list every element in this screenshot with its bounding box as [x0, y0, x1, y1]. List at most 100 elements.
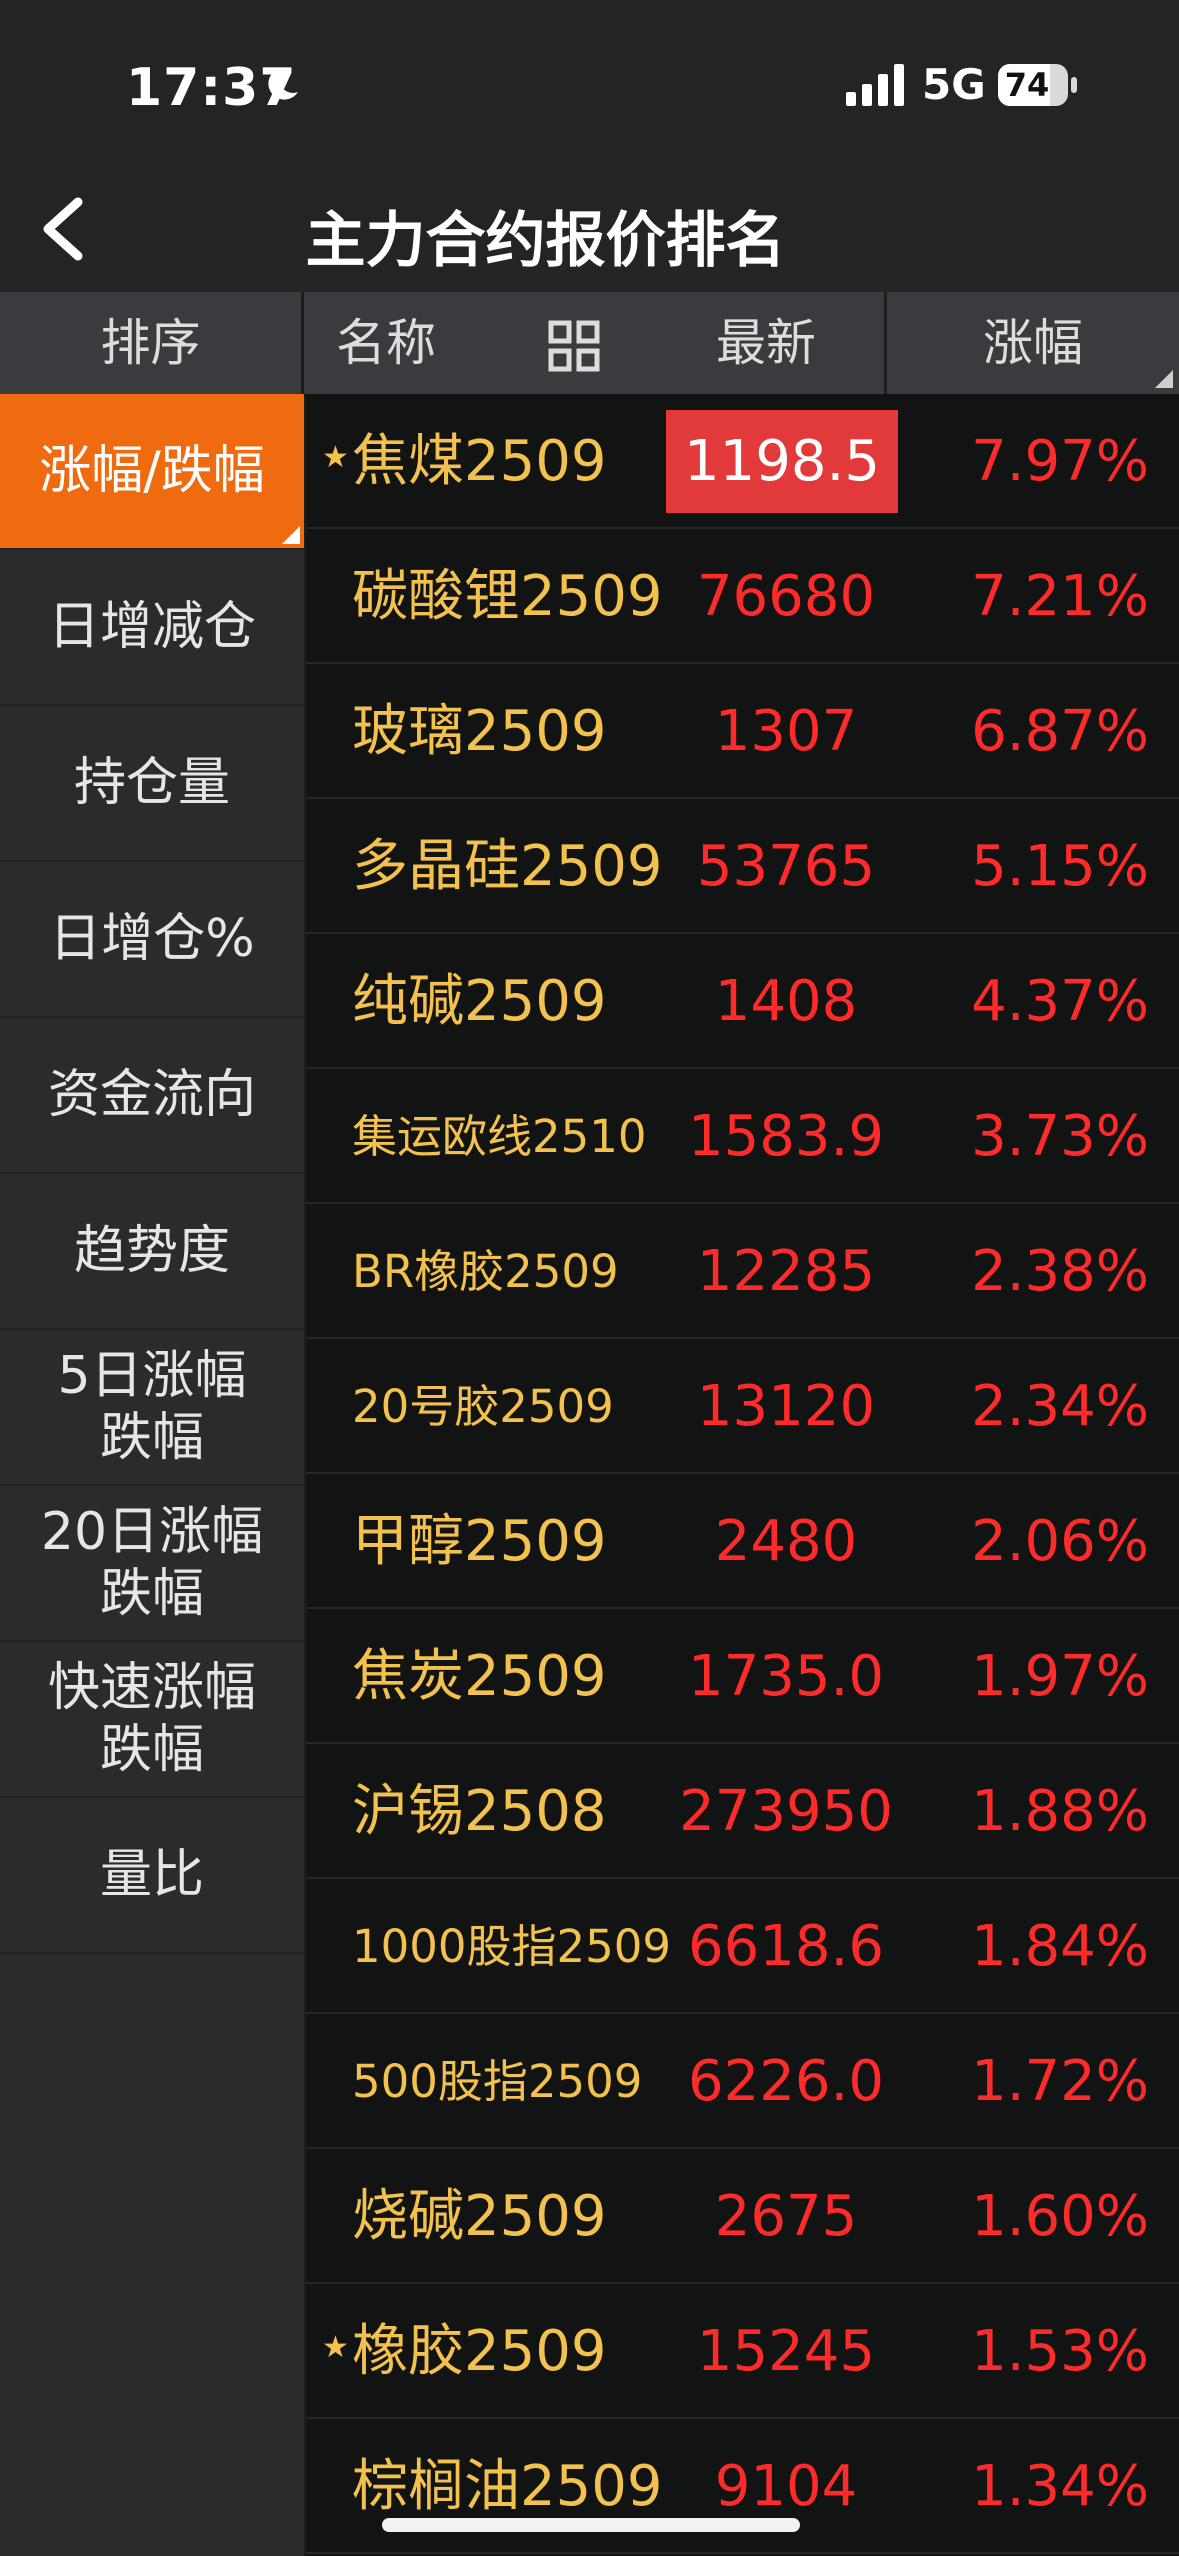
change-percent: 7.97%: [971, 429, 1149, 494]
change-percent: 2.06%: [971, 1509, 1149, 1574]
sidebar-item-label: 资金流向: [47, 1065, 256, 1125]
change-percent: 1.60%: [971, 2184, 1149, 2249]
signal-icon: [846, 64, 904, 106]
corner-triangle-icon: [282, 526, 300, 544]
contract-name: 纯碱2509: [352, 969, 607, 1034]
contract-name: 烧碱2509: [352, 2184, 607, 2249]
corner-triangle-icon: [1155, 370, 1173, 388]
sidebar-item-label: 日增仓%: [49, 909, 255, 969]
contract-name: 橡胶2509: [352, 2319, 607, 2384]
change-percent: 6.87%: [971, 699, 1149, 764]
sidebar-item[interactable]: 日增减仓: [0, 550, 304, 706]
sidebar-item[interactable]: 趋势度: [0, 1174, 304, 1330]
latest-price: 53765: [696, 834, 876, 899]
table-row[interactable]: ★ 焦煤2509 1198.5 7.97%: [306, 394, 1179, 529]
change-percent: 2.34%: [971, 1374, 1149, 1439]
table-row[interactable]: 1000股指2509 6618.6 1.84%: [306, 1879, 1179, 2014]
latest-price: 9104: [714, 2454, 858, 2519]
nav-bar: 主力合约报价排名: [0, 170, 1179, 292]
contract-name: 焦煤2509: [352, 429, 607, 494]
sidebar-item[interactable]: 资金流向: [0, 1018, 304, 1174]
status-bar: 17:37 5G 74: [0, 0, 1179, 170]
star-icon: ★: [322, 440, 349, 475]
sidebar-item[interactable]: 快速涨幅 跌幅: [0, 1642, 304, 1798]
latest-price: 273950: [679, 1779, 893, 1844]
contract-name: 焦炭2509: [352, 1644, 607, 1709]
network-type: 5G: [922, 60, 986, 109]
change-percent: 5.15%: [971, 834, 1149, 899]
moon-icon: [268, 67, 298, 100]
contract-name: 1000股指2509: [352, 1920, 672, 1973]
star-icon: ★: [322, 2330, 349, 2365]
home-indicator[interactable]: [382, 2518, 800, 2532]
change-percent: 2.38%: [971, 1239, 1149, 1304]
change-percent: 1.97%: [971, 1644, 1149, 1709]
latest-price: 12285: [696, 1239, 876, 1304]
sidebar-item-label: 日增减仓: [47, 597, 256, 657]
table-row[interactable]: 纯碱2509 1408 4.37%: [306, 934, 1179, 1069]
table-row[interactable]: 500股指2509 6226.0 1.72%: [306, 2014, 1179, 2149]
contract-name: 碳酸锂2509: [352, 564, 663, 629]
change-percent: 1.72%: [971, 2049, 1149, 2114]
contract-name: 20号胶2509: [352, 1380, 614, 1433]
table-row[interactable]: 棕榈油2509 9104 1.34%: [306, 2419, 1179, 2554]
sidebar-item[interactable]: 量比: [0, 1798, 304, 1954]
sidebar-item-label: 持仓量: [73, 753, 230, 813]
latest-price: 2675: [714, 2184, 858, 2249]
battery-tip: [1071, 77, 1077, 93]
table-row[interactable]: BR橡胶2509 12285 2.38%: [306, 1204, 1179, 1339]
latest-price: 1583.9: [688, 1104, 884, 1169]
table-row[interactable]: 玻璃2509 1307 6.87%: [306, 664, 1179, 799]
battery-level: 74: [1004, 66, 1050, 104]
sidebar-item[interactable]: 涨幅/跌幅: [0, 394, 304, 550]
contract-name: 甲醇2509: [352, 1509, 607, 1574]
change-percent: 1.88%: [971, 1779, 1149, 1844]
change-percent: 3.73%: [971, 1104, 1149, 1169]
table-row[interactable]: 多晶硅2509 53765 5.15%: [306, 799, 1179, 934]
sidebar-item-label: 涨幅/跌幅: [39, 441, 265, 501]
change-column-header[interactable]: 涨幅: [887, 292, 1179, 394]
quote-table: ★ 焦煤2509 1198.5 7.97% 碳酸锂2509 76680 7.21% 玻璃250…: [306, 394, 1179, 2556]
page-title: 主力合约报价排名: [305, 206, 786, 276]
sidebar-item-label: 量比: [99, 1845, 204, 1905]
table-row[interactable]: 焦炭2509 1735.0 1.97%: [306, 1609, 1179, 1744]
change-percent: 1.53%: [971, 2319, 1149, 2384]
latest-price: 2480: [714, 1509, 858, 1574]
change-percent: 1.84%: [971, 1914, 1149, 1979]
latest-price: 1408: [714, 969, 858, 1034]
change-percent: 7.21%: [971, 564, 1149, 629]
sidebar-item[interactable]: 20日涨幅 跌幅: [0, 1486, 304, 1642]
sidebar-item-label: 5日涨幅 跌幅: [57, 1346, 247, 1468]
table-header: 排序 名称 最新 涨幅: [0, 292, 1179, 394]
table-row[interactable]: 20号胶2509 13120 2.34%: [306, 1339, 1179, 1474]
contract-name: BR橡胶2509: [352, 1245, 619, 1298]
contract-name: 玻璃2509: [352, 699, 607, 764]
change-percent: 4.37%: [971, 969, 1149, 1034]
contract-name: 集运欧线2510: [352, 1110, 647, 1163]
sidebar-item[interactable]: 持仓量: [0, 706, 304, 862]
latest-price: 1735.0: [688, 1644, 884, 1709]
sidebar-item-label: 快速涨幅 跌幅: [47, 1658, 256, 1780]
table-row[interactable]: 沪锡2508 273950 1.88%: [306, 1744, 1179, 1879]
sidebar-item[interactable]: 5日涨幅 跌幅: [0, 1330, 304, 1486]
table-row[interactable]: 碳酸锂2509 76680 7.21%: [306, 529, 1179, 664]
latest-price: 1198.5: [666, 410, 898, 513]
latest-price: 13120: [696, 1374, 876, 1439]
table-row[interactable]: 烧碱2509 2675 1.60%: [306, 2149, 1179, 2284]
name-column-header[interactable]: 名称: [336, 292, 436, 394]
latest-price: 1307: [714, 699, 858, 764]
sort-header: 排序: [0, 292, 304, 394]
grid-icon[interactable]: [548, 320, 600, 372]
latest-price: 15245: [696, 2319, 876, 2384]
sidebar-item-label: 20日涨幅 跌幅: [40, 1502, 264, 1624]
sidebar-item[interactable]: 日增仓%: [0, 862, 304, 1018]
table-row[interactable]: 集运欧线2510 1583.9 3.73%: [306, 1069, 1179, 1204]
latest-price: 6226.0: [688, 2049, 884, 2114]
table-row[interactable]: ★ 橡胶2509 15245 1.53%: [306, 2284, 1179, 2419]
contract-name: 棕榈油2509: [352, 2454, 663, 2519]
latest-price: 6618.6: [688, 1914, 884, 1979]
latest-price: 76680: [696, 564, 876, 629]
table-row[interactable]: 甲醇2509 2480 2.06%: [306, 1474, 1179, 1609]
latest-column-header[interactable]: 最新: [668, 292, 864, 394]
battery-icon: 74: [998, 64, 1068, 106]
